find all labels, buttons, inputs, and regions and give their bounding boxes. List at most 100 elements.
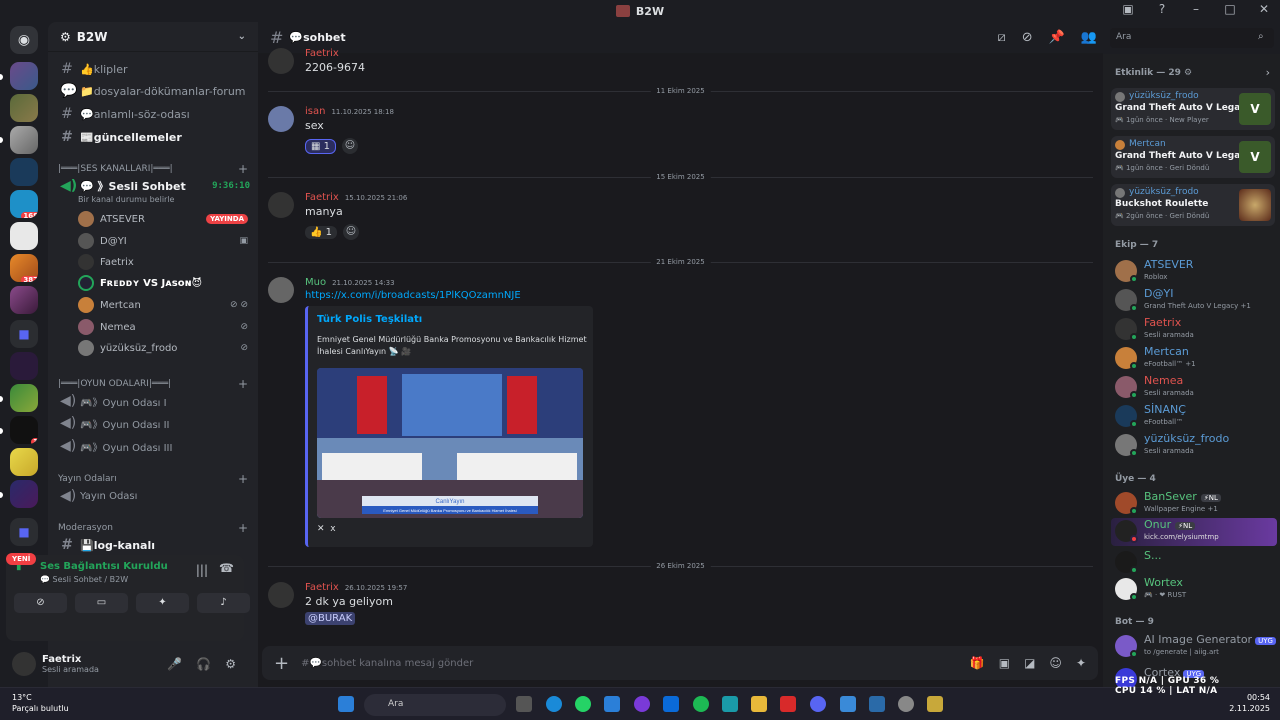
activity-card[interactable]: Mertcan Grand Theft Auto V Legacy 🎮 1gün… [1111,136,1275,178]
channel-anlamli-soz[interactable]: # 💬anlamlı-söz-odası [56,104,250,124]
member-row[interactable]: S... [1113,549,1275,577]
avatar[interactable] [268,48,294,74]
member-row[interactable]: Mertcan eFootball™ +1 [1113,345,1275,373]
add-channel-icon[interactable]: + [238,377,248,391]
close-icon[interactable]: ✕ [1256,2,1272,16]
members-icon[interactable]: 👥 [1081,30,1097,45]
server-icon[interactable]: 387 [10,254,38,282]
disconnect-icon[interactable]: ☎ [219,561,234,575]
channel-forum[interactable]: 💬 📁dosyalar-dökümanlar-forum [56,81,250,101]
server-icon[interactable]: 3 [10,416,38,444]
discord-icon[interactable] [810,696,826,712]
server-icon[interactable] [10,352,38,380]
category-ses-kanallari[interactable]: |═══|SES KANALLARI|═══| + [58,162,248,176]
folder-icon[interactable]: ■ [10,518,38,546]
microphone-icon[interactable]: 🎤 [167,657,182,671]
author[interactable]: Faetrix [305,192,339,203]
author[interactable]: Faetrix [305,582,339,593]
gear-icon[interactable]: ⚙ [225,657,236,671]
app-icon[interactable] [634,696,650,712]
reaction[interactable]: 👍 1 [305,225,337,239]
author[interactable]: isan [305,106,325,117]
channel-oyun-3[interactable]: ◀) 🎮》Oyun Odası III [56,436,250,456]
attach-icon[interactable]: + [274,653,289,674]
server-icon[interactable] [10,222,38,250]
add-channel-icon[interactable]: + [238,472,248,486]
windows-start-icon[interactable] [338,696,354,712]
channel-status[interactable]: Bir kanal durumu belirle [78,195,174,204]
gif-icon[interactable]: ▣ [999,656,1010,670]
app-icon[interactable] [898,696,914,712]
emoji-icon[interactable]: ☺ [1049,656,1062,670]
member-row[interactable]: ATSEVER Roblox [1113,258,1275,286]
member-row[interactable]: Nemea Sesli aramada [1113,374,1275,402]
message-link[interactable]: https://x.com/i/broadcasts/1PlKQOzamnNJE [305,290,521,301]
channel-oyun-2[interactable]: ◀) 🎮》Oyun Odası II [56,413,250,433]
member-row[interactable]: D@YI Grand Theft Auto V Legacy +1 [1113,287,1275,315]
gift-icon[interactable]: 🎁 [970,656,985,670]
pin-icon[interactable]: 📌 [1049,30,1065,45]
activity-card[interactable]: yüzüksüz_frodo Grand Theft Auto V Legacy… [1111,88,1275,130]
channel-log-kanali[interactable]: # 💾log-kanalı [56,535,250,555]
voice-user[interactable]: Mertcan ⊘ ⊘ [78,295,248,315]
avatar[interactable] [268,277,294,303]
discord-home-icon[interactable]: ◉ [10,26,38,54]
message-input[interactable]: #💬sohbet kanalına mesaj gönder [301,658,473,669]
channel-yayin-odasi[interactable]: ◀) Yayın Odası [56,486,250,506]
maximize-icon[interactable]: □ [1222,2,1238,16]
server-icon[interactable] [10,94,38,122]
add-reaction-icon[interactable]: ☺ [343,224,359,240]
task-view-icon[interactable] [516,696,532,712]
add-channel-icon[interactable]: + [238,521,248,535]
file-explorer-icon[interactable] [751,696,767,712]
avatar[interactable] [268,106,294,132]
app-icon[interactable] [840,696,856,712]
activity-card[interactable]: yüzüksüz_frodo Buckshot Roulette 🎮 2gün … [1111,184,1275,226]
voice-status[interactable]: Ses Bağlantısı Kuruldu [40,561,168,572]
screenshare-button[interactable]: ▭ [75,593,128,613]
apps-icon[interactable]: ✦ [1076,656,1086,670]
add-channel-icon[interactable]: + [238,162,248,176]
author[interactable]: Faetrix [305,48,339,59]
server-icon[interactable] [10,286,38,314]
inbox-icon[interactable]: ▣ [1120,2,1136,16]
member-row[interactable]: SİNANÇ eFootball™ [1113,403,1275,431]
add-reaction-icon[interactable]: ☺ [342,138,359,154]
help-icon[interactable]: ? [1154,2,1170,16]
taskbar-search[interactable]: Ara [364,694,506,716]
minimize-icon[interactable]: – [1188,2,1204,16]
folder-icon[interactable]: ■ [10,320,38,348]
server-icon[interactable] [10,158,38,186]
channel-oyun-1[interactable]: ◀) 🎮》Oyun Odası I [56,391,250,411]
embed-image[interactable]: CanlıYayın Emniyet Genel Müdürlüğü Banka… [317,368,583,518]
avatar[interactable] [268,192,294,218]
whatsapp-icon[interactable] [575,696,591,712]
server-icon[interactable] [10,480,38,508]
mention[interactable]: @BURAK [305,612,356,625]
member-row[interactable]: yüzüksüz_frodo Sesli aramada [1113,432,1275,460]
reaction[interactable]: ▦ 1 [305,138,337,154]
edge-icon[interactable] [546,696,562,712]
member-row[interactable]: Faetrix Sesli aramada [1113,316,1275,344]
server-icon[interactable] [10,62,38,90]
embed-title[interactable]: Türk Polis Teşkilatı [317,314,422,325]
weather-widget[interactable]: 13°C Parçalı bulutlu [12,692,69,714]
voice-sub[interactable]: 💬 Sesli Sohbet / B2W [40,575,128,584]
server-icon[interactable] [10,448,38,476]
chevron-right-icon[interactable]: › [1266,66,1270,79]
activity-button[interactable]: ✦ [136,593,189,613]
member-row[interactable]: Wortex 🎮 · ❤ RUST [1113,576,1275,604]
server-icon[interactable]: 168 [10,190,38,218]
author[interactable]: Muo [305,277,326,288]
member-row[interactable]: Onur ⚡NL kick.com/elysiumtmp [1111,518,1277,546]
server-icon[interactable] [10,384,38,412]
app-icon[interactable] [780,696,796,712]
category-moderasyon[interactable]: Moderasyon + [58,521,248,535]
avatar[interactable] [268,582,294,608]
voice-user[interactable]: yüzüksüz_frodo ⊘ [78,338,248,358]
search-input[interactable]: Ara [1110,28,1274,48]
category-yayin[interactable]: Yayın Odaları + [58,472,248,486]
system-clock[interactable]: 00:54 2.11.2025 [1229,692,1270,714]
league-icon[interactable] [927,696,943,712]
channel-klipler[interactable]: # 👍klipler [56,59,250,79]
